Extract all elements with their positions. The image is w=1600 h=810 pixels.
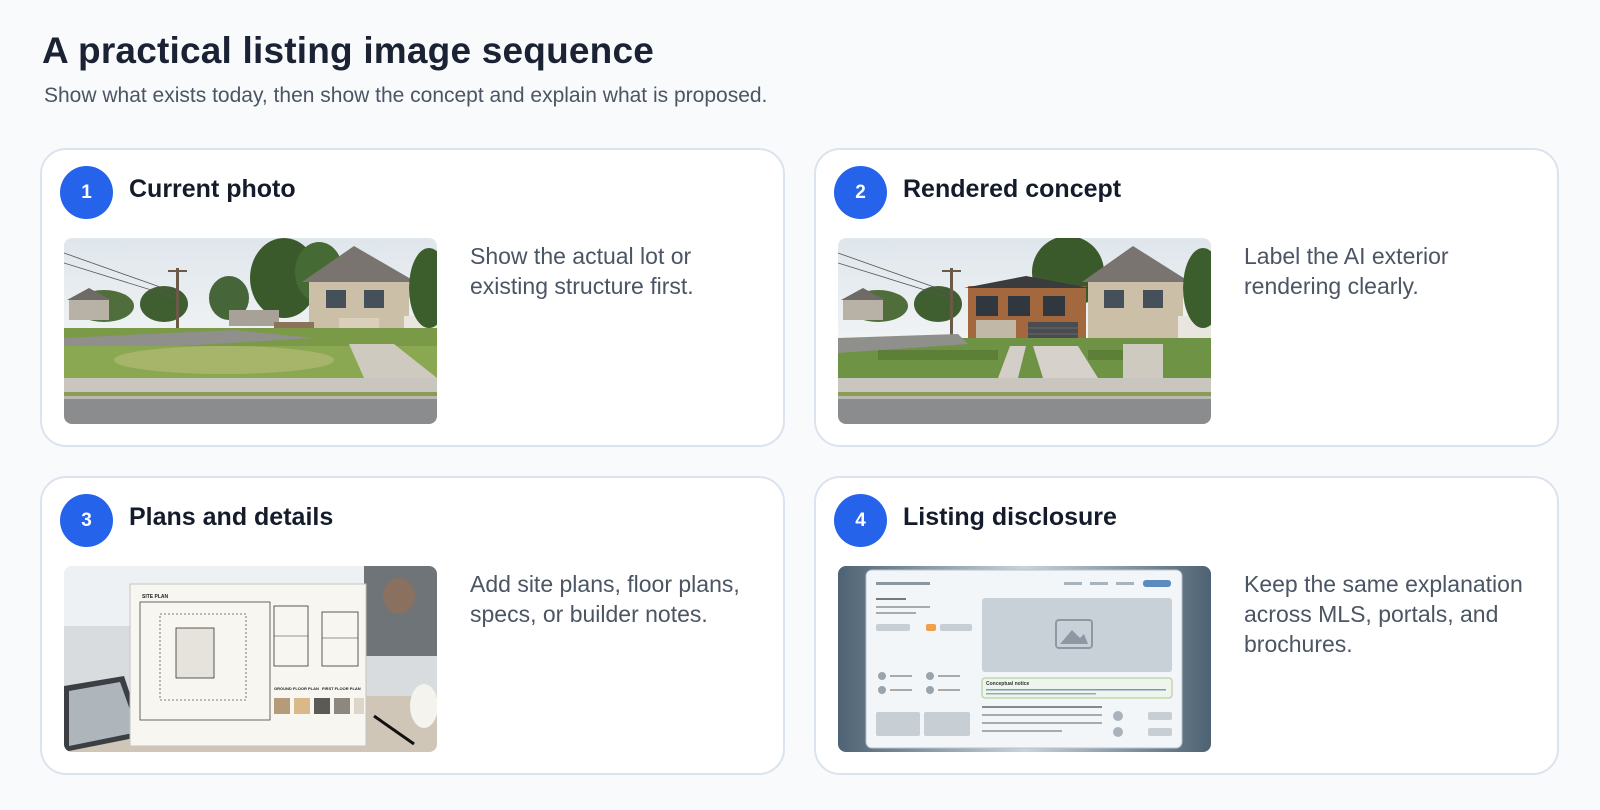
conceptual-notice-label: Conceptual notice [986,681,1030,687]
step-card-rendered-concept: 2 Rendered concept Label the AI exterior… [814,148,1559,447]
step-title: Current photo [129,175,296,203]
step-number-badge: 3 [60,494,113,547]
site-plan-label: SITE PLAN [142,594,169,600]
step-card-listing-disclosure: 4 Listing disclosure Conceptual notice K… [814,476,1559,775]
ground-floor-plan-label: GROUND FLOOR PLAN [274,686,319,691]
step-description: Show the actual lot or existing structur… [470,243,694,299]
listing-mockup-image: Conceptual notice [838,566,1211,752]
rendered-concept-image [838,238,1211,424]
current-photo-image [64,238,437,424]
step-number-badge: 2 [834,166,887,219]
step-title: Plans and details [129,503,334,531]
first-floor-plan-label: FIRST FLOOR PLAN [322,686,361,691]
step-title: Rendered concept [903,175,1122,203]
page-title: A practical listing image sequence [42,30,655,71]
step-card-current-photo: 1 Current photo Show the actual lot or e… [40,148,785,447]
step-description: Keep the same explanation across MLS, po… [1244,571,1523,657]
step-card-plans-and-details: 3 Plans and details SITE PLAN GROUND FLO… [40,476,785,775]
page-subtitle: Show what exists today, then show the co… [44,84,768,107]
step-description: Add site plans, floor plans, specs, or b… [470,571,740,627]
step-title: Listing disclosure [903,503,1117,531]
step-number-badge: 4 [834,494,887,547]
step-number-badge: 1 [60,166,113,219]
step-description: Label the AI exterior rendering clearly. [1244,243,1449,299]
plans-image: SITE PLAN GROUND FLOOR PLAN FIRST FLOOR … [64,566,437,752]
